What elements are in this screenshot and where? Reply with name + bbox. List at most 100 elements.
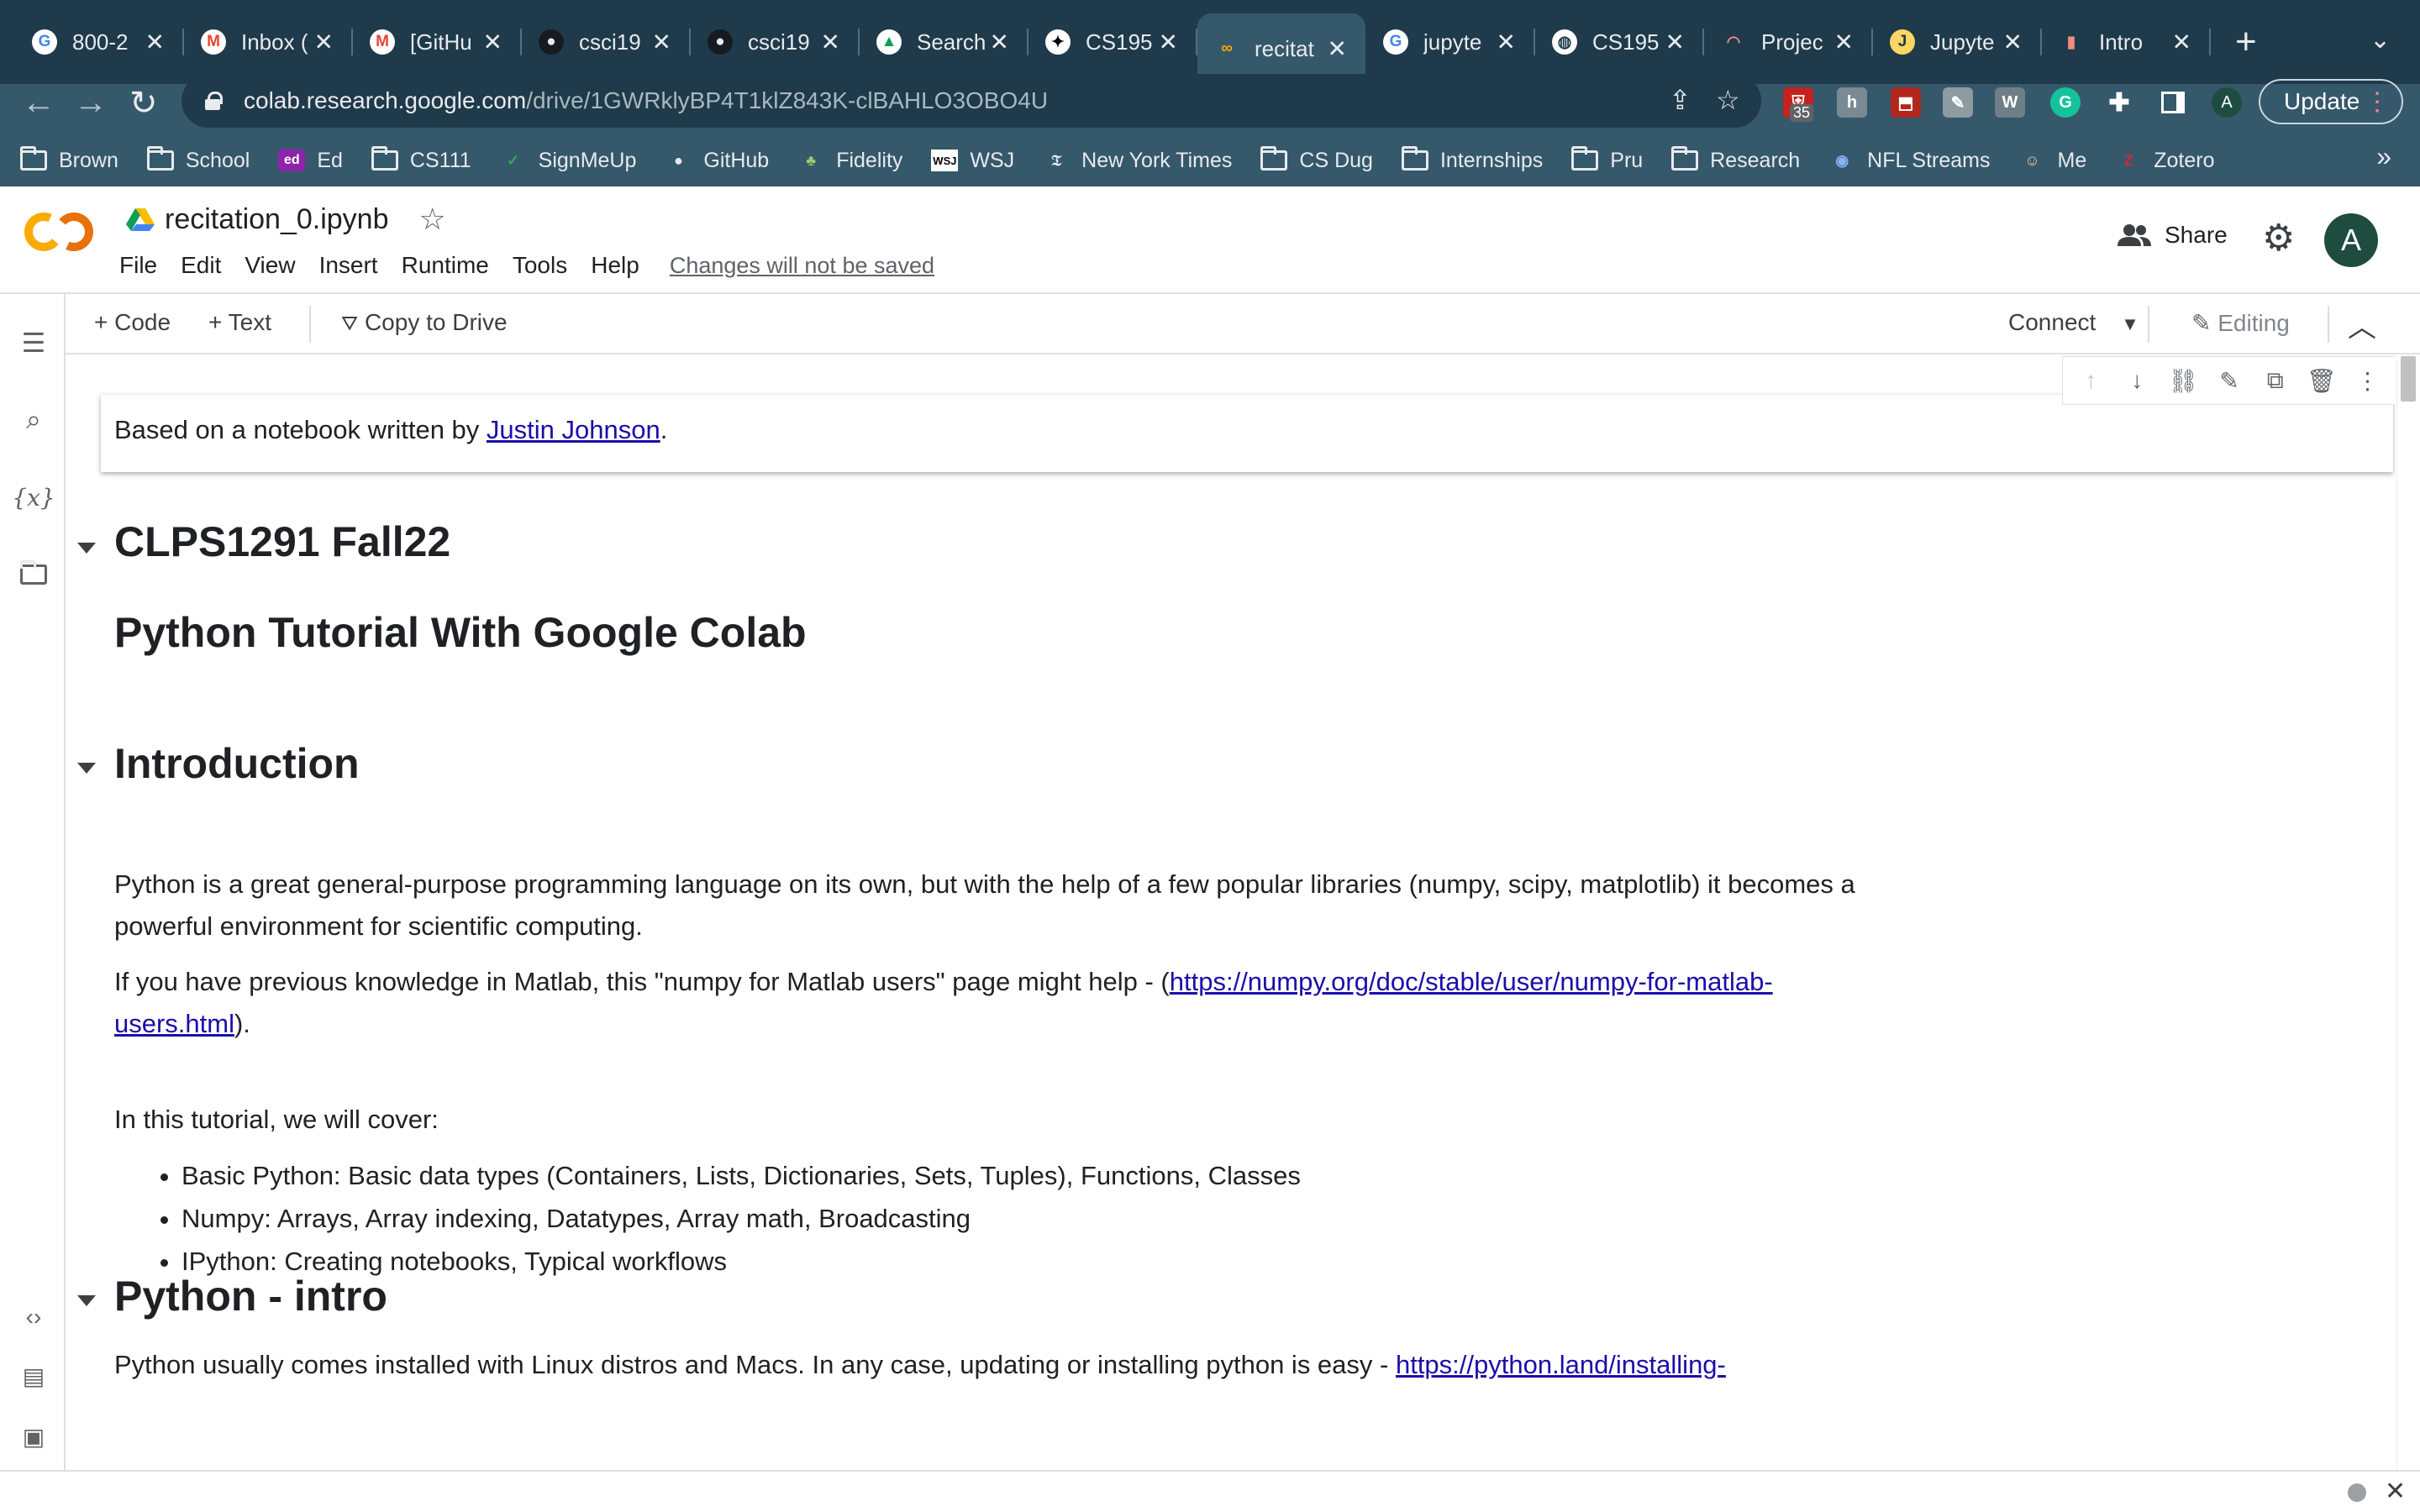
back-arrow-icon[interactable]: ← bbox=[22, 84, 55, 122]
variables-icon[interactable]: {x} bbox=[12, 480, 55, 514]
reload-icon[interactable]: ↻ bbox=[129, 84, 158, 123]
notebook-scrollbar[interactable] bbox=[2396, 356, 2420, 1470]
browser-tab[interactable]: G 800-2 ✕ bbox=[15, 15, 184, 69]
focused-text-cell[interactable]: Based on a notebook written by Justin Jo… bbox=[101, 395, 2393, 472]
close-tab-icon[interactable]: ✕ bbox=[1328, 35, 1347, 63]
bookmark-zotero[interactable]: Z Zotero bbox=[2115, 149, 2215, 173]
notes-extension-icon[interactable]: ✎ bbox=[1943, 87, 1973, 118]
bookmark-fidelity[interactable]: ♣ Fidelity bbox=[797, 149, 902, 173]
profile-avatar[interactable]: A bbox=[2212, 87, 2242, 118]
close-tab-icon[interactable]: ✕ bbox=[652, 29, 671, 56]
close-tab-icon[interactable]: ✕ bbox=[2003, 29, 2023, 56]
move-up-arrow-icon[interactable]: ↑ bbox=[2075, 367, 2107, 394]
link-icon[interactable]: ⛓ bbox=[2167, 367, 2199, 395]
menu-runtime[interactable]: Runtime bbox=[402, 252, 489, 279]
edit-pencil-icon[interactable]: ✎ bbox=[2213, 367, 2245, 395]
add-code-button[interactable]: + Code bbox=[94, 309, 171, 336]
dropdown-arrow-icon[interactable]: ▼ bbox=[2121, 313, 2139, 334]
add-text-button[interactable]: + Text bbox=[208, 309, 271, 336]
menu-insert[interactable]: Insert bbox=[319, 252, 378, 279]
close-status-icon[interactable]: ✕ bbox=[2385, 1477, 2406, 1506]
collapse-header-chevron-up-icon[interactable]: ︿ bbox=[2348, 304, 2376, 345]
collapse-section-caret-icon[interactable] bbox=[77, 763, 96, 774]
url-text[interactable]: colab.research.google.com/drive/1GWRklyB… bbox=[244, 87, 1048, 114]
bookmark-star-icon[interactable]: ☆ bbox=[1716, 84, 1740, 116]
address-bar[interactable]: colab.research.google.com/drive/1GWRklyB… bbox=[182, 74, 1761, 128]
collapse-section-caret-icon[interactable] bbox=[77, 543, 96, 554]
close-tab-icon[interactable]: ✕ bbox=[990, 29, 1009, 56]
bookmarks-overflow-icon[interactable]: » bbox=[2376, 141, 2391, 172]
grammarly-extension-icon[interactable]: G bbox=[2050, 87, 2081, 118]
bookmark-signmeup[interactable]: ✓ SignMeUp bbox=[500, 149, 636, 173]
connect-button[interactable]: Connect ▼ bbox=[2008, 309, 2139, 336]
close-tab-icon[interactable]: ✕ bbox=[483, 29, 502, 56]
honey-extension-icon[interactable]: h bbox=[1837, 87, 1867, 118]
browser-tab[interactable]: ● csci19 ✕ bbox=[522, 15, 691, 69]
browser-tab[interactable]: ✦ CS195 ✕ bbox=[1028, 15, 1197, 69]
gear-icon[interactable]: ⚙ bbox=[2262, 220, 2295, 257]
bookmark-school[interactable]: School bbox=[146, 146, 250, 173]
close-tab-icon[interactable]: ✕ bbox=[1159, 29, 1178, 56]
search-icon[interactable]: ⌕ bbox=[17, 403, 50, 437]
bookmark-nfl-streams[interactable]: ◉ NFL Streams bbox=[1828, 149, 1990, 173]
more-vert-icon[interactable]: ⋮ bbox=[2351, 367, 2383, 395]
update-button[interactable]: Update ⋮ bbox=[2259, 79, 2403, 124]
vw-extension-icon[interactable]: W bbox=[1995, 87, 2025, 118]
bookmark-ed[interactable]: ed Ed bbox=[278, 149, 343, 173]
terminal-icon[interactable]: ▣ bbox=[17, 1420, 50, 1453]
forward-arrow-icon[interactable]: → bbox=[74, 84, 108, 122]
menu-view[interactable]: View bbox=[245, 252, 295, 279]
menu-help[interactable]: Help bbox=[591, 252, 639, 279]
tab-search-chevron-icon[interactable]: ⌄ bbox=[2370, 25, 2391, 55]
close-tab-icon[interactable]: ✕ bbox=[821, 29, 840, 56]
justin-johnson-link[interactable]: Justin Johnson bbox=[487, 415, 660, 444]
collapse-section-caret-icon[interactable] bbox=[77, 1295, 96, 1306]
menu-edit[interactable]: Edit bbox=[181, 252, 221, 279]
bookmark-new-york-times[interactable]: 𝔗 New York Times bbox=[1043, 149, 1232, 173]
browser-tab[interactable]: J Jupyte ✕ bbox=[1873, 15, 2042, 69]
bookmark-research[interactable]: Research bbox=[1671, 146, 1800, 173]
bookmark-cs-dug[interactable]: CS Dug bbox=[1260, 146, 1373, 173]
files-folder-icon[interactable] bbox=[17, 558, 50, 591]
bookmark-wsj[interactable]: WSJ WSJ bbox=[931, 149, 1014, 173]
delete-trash-icon[interactable]: 🗑 bbox=[2306, 367, 2338, 395]
side-panel-icon[interactable] bbox=[2158, 87, 2188, 118]
browser-tab[interactable]: M [GitHu ✕ bbox=[353, 15, 522, 69]
share-page-icon[interactable]: ⇪ bbox=[1669, 84, 1691, 116]
bookmark-pru[interactable]: Pru bbox=[1571, 146, 1643, 173]
share-button[interactable]: Share bbox=[2118, 222, 2228, 249]
bookmark-brown[interactable]: Brown bbox=[20, 146, 118, 173]
bookmark-github[interactable]: ● GitHub bbox=[665, 149, 769, 173]
extensions-puzzle-icon[interactable]: ✚ bbox=[2104, 87, 2134, 118]
browser-tab[interactable]: M Inbox (✕ bbox=[184, 15, 353, 69]
scroll-thumb[interactable] bbox=[2401, 356, 2416, 402]
command-palette-icon[interactable]: ▤ bbox=[17, 1359, 50, 1393]
close-tab-icon[interactable]: ✕ bbox=[2172, 29, 2191, 56]
star-icon[interactable]: ☆ bbox=[419, 202, 446, 237]
table-of-contents-icon[interactable]: ☰ bbox=[17, 326, 50, 360]
browser-tab[interactable]: Gjupyte ✕ bbox=[1366, 15, 1535, 69]
bookmark-internships[interactable]: Internships bbox=[1401, 146, 1543, 173]
code-snippets-icon[interactable]: ‹› bbox=[17, 1300, 50, 1334]
editing-mode-button[interactable]: ✎ Editing bbox=[2191, 309, 2290, 337]
close-tab-icon[interactable]: ✕ bbox=[1497, 29, 1516, 56]
browser-tab[interactable]: ● csci19 ✕ bbox=[691, 15, 860, 69]
mirror-cell-icon[interactable]: ⧉ bbox=[2260, 367, 2291, 395]
new-tab-button[interactable]: + bbox=[2235, 24, 2257, 60]
menu-tools[interactable]: Tools bbox=[513, 252, 567, 279]
bookmark-cs111[interactable]: CS111 bbox=[371, 146, 471, 173]
unsaved-changes-notice[interactable]: Changes will not be saved bbox=[670, 253, 934, 279]
close-tab-icon[interactable]: ✕ bbox=[1834, 29, 1854, 56]
close-tab-icon[interactable]: ✕ bbox=[145, 29, 165, 56]
pdf-extension-icon[interactable]: ⬒ bbox=[1891, 87, 1921, 118]
close-tab-icon[interactable]: ✕ bbox=[314, 29, 334, 56]
copy-to-drive-button[interactable]: ⛛ Copy to Drive bbox=[341, 309, 508, 336]
close-tab-icon[interactable]: ✕ bbox=[1665, 29, 1685, 56]
move-down-arrow-icon[interactable]: ↓ bbox=[2121, 367, 2153, 394]
bookmark-me[interactable]: ☺ Me bbox=[2019, 149, 2086, 173]
browser-tab[interactable]: ▲ Search ✕ bbox=[860, 15, 1028, 69]
menu-file[interactable]: File bbox=[119, 252, 157, 279]
browser-tab[interactable]: ◍ CS195 ✕ bbox=[1535, 15, 1704, 69]
user-avatar[interactable]: A bbox=[2324, 213, 2378, 267]
browser-tab[interactable]: ◠ Projec ✕ bbox=[1704, 15, 1873, 69]
